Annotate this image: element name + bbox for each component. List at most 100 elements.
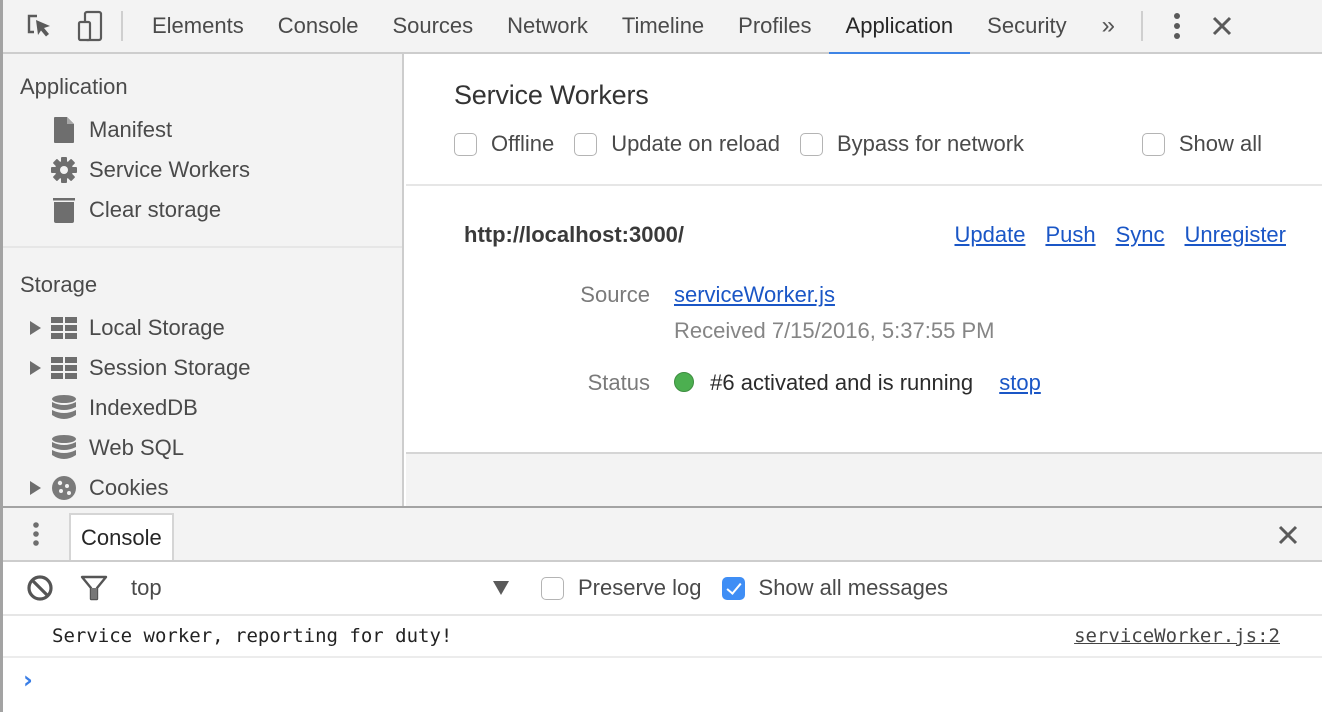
more-tabs-button[interactable]: » — [1084, 0, 1133, 53]
service-worker-origin-row: http://localhost:3000/ Update Push Sync … — [464, 222, 1286, 248]
bypass-for-network-checkbox[interactable] — [799, 132, 823, 156]
show-all-messages-label: Show all messages — [758, 575, 949, 600]
tab-security[interactable]: Security — [970, 0, 1083, 53]
unregister-link[interactable]: Unregister — [1185, 222, 1286, 248]
show-all-checkbox[interactable] — [1141, 132, 1165, 156]
bypass-for-network-label: Bypass for network — [836, 131, 1025, 156]
preserve-log-checkbox[interactable] — [541, 576, 564, 600]
stop-link[interactable]: stop — [999, 370, 1041, 395]
toolbar-divider — [121, 11, 123, 41]
tab-sources[interactable]: Sources — [375, 0, 490, 53]
inspect-cursor-icon — [27, 14, 50, 37]
kebab-menu-icon — [1174, 13, 1181, 39]
clear-console-button[interactable] — [23, 571, 57, 605]
sidebar-item-label: Local Storage — [89, 315, 225, 340]
sidebar-item-label: Clear storage — [89, 197, 222, 222]
update-link[interactable]: Update — [954, 222, 1025, 248]
expand-arrow-icon[interactable] — [30, 481, 41, 495]
received-timestamp: Received 7/15/2016, 5:37:55 PM — [674, 318, 995, 343]
execution-context-select[interactable]: top — [131, 575, 521, 601]
service-worker-origin: http://localhost:3000/ — [464, 222, 685, 247]
kebab-menu-icon — [33, 522, 39, 546]
filter-button[interactable] — [77, 571, 111, 605]
preserve-log-label: Preserve log — [578, 575, 702, 600]
drawer-menu-button[interactable] — [3, 508, 69, 560]
gear-icon — [50, 156, 78, 184]
update-on-reload-option[interactable]: Update on reload — [574, 131, 780, 157]
close-devtools-button[interactable] — [1197, 0, 1247, 53]
sidebar-item-label: IndexedDB — [89, 395, 198, 420]
status-value: #6 activated and is running stop — [674, 370, 1041, 396]
sidebar-item-session-storage[interactable]: Session Storage — [20, 348, 402, 388]
close-icon — [1212, 16, 1232, 36]
console-message: Service worker, reporting for duty! serv… — [3, 616, 1322, 658]
inspect-element-button[interactable] — [19, 6, 59, 46]
sidebar-item-label: Manifest — [89, 117, 173, 142]
console-message-source-link[interactable]: serviceWorker.js:2 — [1074, 625, 1280, 647]
console-prompt-input[interactable]: › — [3, 658, 1322, 702]
tab-application[interactable]: Application — [828, 0, 971, 55]
sidebar-item-manifest[interactable]: Manifest — [20, 110, 402, 150]
update-on-reload-label: Update on reload — [611, 131, 780, 156]
page-title: Service Workers — [454, 80, 649, 110]
device-toolbar-button[interactable] — [71, 6, 111, 46]
show-all-option[interactable]: Show all — [1141, 131, 1262, 157]
sidebar-item-clear-storage[interactable]: Clear storage — [20, 190, 402, 230]
status-row: Status #6 activated and is running stop — [464, 370, 1286, 396]
drawer-tab-console[interactable]: Console — [69, 513, 174, 560]
tab-profiles[interactable]: Profiles — [721, 0, 828, 53]
sidebar-item-service-workers[interactable]: Service Workers — [20, 150, 402, 190]
tab-timeline[interactable]: Timeline — [605, 0, 721, 53]
update-on-reload-checkbox[interactable] — [574, 132, 598, 156]
sidebar-heading-application: Application — [20, 74, 128, 99]
sync-link[interactable]: Sync — [1116, 222, 1165, 248]
service-worker-entry: http://localhost:3000/ Update Push Sync … — [406, 186, 1322, 450]
console-drawer: Console top Preserve log Show all messag… — [3, 506, 1322, 712]
expand-arrow-icon[interactable] — [30, 361, 41, 375]
offline-option[interactable]: Offline — [454, 131, 554, 157]
drawer-tab-bar: Console — [3, 508, 1322, 562]
push-link[interactable]: Push — [1045, 222, 1095, 248]
sidebar-item-label: Session Storage — [89, 355, 251, 380]
console-message-text: Service worker, reporting for duty! — [52, 625, 453, 647]
close-drawer-button[interactable] — [1270, 518, 1306, 552]
offline-label: Offline — [491, 131, 555, 156]
sidebar-item-label: Cookies — [89, 475, 169, 500]
sidebar-item-label: Service Workers — [89, 157, 250, 182]
tab-network[interactable]: Network — [490, 0, 605, 53]
status-label: Status — [587, 370, 650, 395]
show-all-messages-option[interactable]: Show all messages — [721, 575, 949, 601]
service-worker-options: Offline Update on reload Bypass for netw… — [454, 131, 1322, 157]
show-all-messages-checkbox[interactable] — [721, 576, 745, 600]
sidebar-item-web-sql[interactable]: Web SQL — [20, 428, 402, 468]
service-workers-header: Service Workers Offline Update on reload… — [406, 54, 1322, 186]
grid-icon — [50, 354, 78, 382]
console-toolbar: top Preserve log Show all messages — [3, 562, 1322, 616]
sidebar-item-cookies[interactable]: Cookies — [20, 468, 402, 506]
toolbar-divider — [1141, 11, 1144, 41]
sidebar-section-storage: Storage Local Storage Session Storage In… — [3, 248, 402, 506]
cookie-icon — [50, 474, 78, 502]
sidebar-item-label: Web SQL — [89, 435, 184, 460]
sidebar-item-local-storage[interactable]: Local Storage — [20, 308, 402, 348]
show-all-label: Show all — [1178, 131, 1262, 156]
source-label: Source — [580, 282, 650, 307]
offline-checkbox[interactable] — [454, 132, 477, 156]
bypass-for-network-option[interactable]: Bypass for network — [799, 131, 1025, 157]
sidebar-item-indexeddb[interactable]: IndexedDB — [20, 388, 402, 428]
database-icon — [50, 434, 78, 462]
preserve-log-option[interactable]: Preserve log — [541, 575, 702, 601]
source-file-link[interactable]: serviceWorker.js — [674, 282, 835, 307]
dropdown-arrow-icon — [493, 581, 509, 595]
double-chevron-icon: » — [1101, 12, 1116, 39]
clear-console-icon — [27, 575, 53, 601]
prompt-chevron-icon: › — [23, 666, 33, 694]
expand-arrow-icon[interactable] — [30, 321, 41, 335]
customize-menu-button[interactable] — [1157, 0, 1197, 53]
grid-icon — [50, 314, 78, 342]
tab-elements[interactable]: Elements — [135, 0, 261, 53]
source-row: Source serviceWorker.js Received 7/15/20… — [464, 282, 1286, 344]
tab-console[interactable]: Console — [261, 0, 376, 53]
status-text: #6 activated and is running — [710, 370, 974, 395]
execution-context-value: top — [131, 575, 162, 600]
